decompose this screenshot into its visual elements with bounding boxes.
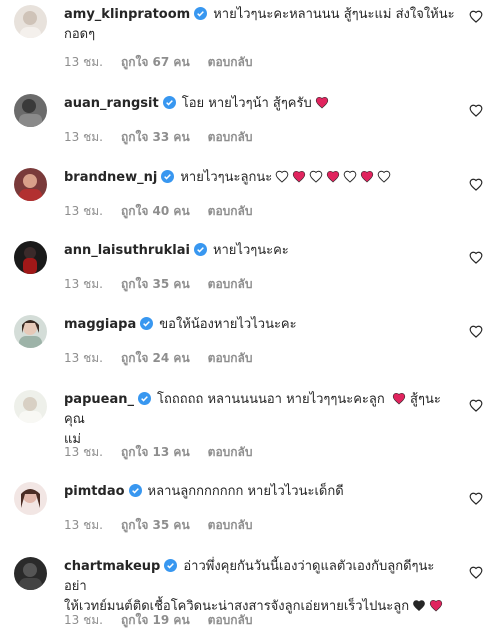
red-heart-icon [392,392,406,405]
comment-time[interactable]: 13 ชม. [64,613,103,627]
reply-button[interactable]: ตอบกลับ [208,518,253,532]
heart-outline-icon[interactable] [469,251,483,264]
white-heart-icon [343,170,357,183]
heart-outline-icon[interactable] [469,104,483,117]
comment-likes[interactable]: ถูกใจ 13 คน [121,445,190,459]
comment-username[interactable]: brandnew_nj [64,170,157,185]
verified-badge-icon [193,243,207,256]
reply-button[interactable]: ตอบกลับ [208,351,253,365]
heart-outline-icon[interactable] [469,325,483,338]
avatar[interactable] [14,5,47,38]
comment-body: maggiapa ขอให้น้องหายไวไวนะคะ [64,315,457,335]
comment-meta: 13 ชม. ถูกใจ 40 คน ตอบกลับ [64,202,271,221]
comment-text: หายไวๆนะลูกนะ [180,170,273,185]
avatar[interactable] [14,94,47,127]
comment-time[interactable]: 13 ชม. [64,445,103,459]
avatar[interactable] [14,315,47,348]
red-heart-icon [315,96,328,109]
comment-text: หายไวๆนะคะหลานนน สู้ๆนะแม่ ส่งใจให้นะ [213,7,455,22]
comment-body: chartmakeup อ่าวพึ่งคุยกันวันนี้เองว่าดูแ… [64,557,457,617]
comment-meta: 13 ชม. ถูกใจ 19 คน ตอบกลับ [64,611,271,630]
avatar[interactable] [14,241,47,274]
comment-likes[interactable]: ถูกใจ 67 คน [121,55,190,69]
verified-badge-icon [137,392,151,405]
white-heart-icon [377,170,391,183]
comment-username[interactable]: ann_laisuthruklai [64,243,190,258]
comment-username[interactable]: maggiapa [64,317,136,332]
verified-badge-icon [162,96,176,109]
comment-body: amy_klinpratoom หายไวๆนะคะหลานนน สู้ๆนะแม… [64,5,457,45]
white-heart-icon [309,170,323,183]
comment-likes[interactable]: ถูกใจ 35 คน [121,277,190,291]
reply-button[interactable]: ตอบกลับ [208,277,253,291]
comment-text: ขอให้น้องหายไวไวนะคะ [159,317,297,332]
comment-username[interactable]: amy_klinpratoom [64,7,190,22]
comment-body: pimtdao หลานลูกกกกกกก หายไวไวนะเด็กดี [64,482,457,502]
comment-likes[interactable]: ถูกใจ 24 คน [121,351,190,365]
reply-button[interactable]: ตอบกลับ [208,445,253,459]
comment-time[interactable]: 13 ชม. [64,518,103,532]
red-heart-icon [327,170,340,183]
comment-time[interactable]: 13 ชม. [64,55,103,69]
verified-badge-icon [194,7,208,20]
heart-outline-icon[interactable] [469,178,483,191]
comment-username[interactable]: pimtdao [64,484,125,499]
reply-button[interactable]: ตอบกลับ [208,130,253,144]
comment-meta: 13 ชม. ถูกใจ 67 คน ตอบกลับ [64,53,271,72]
comment-meta: 13 ชม. ถูกใจ 33 คน ตอบกลับ [64,128,271,147]
comment-text: หายไวๆนะคะ [212,243,289,258]
comment-meta: 13 ชม. ถูกใจ 13 คน ตอบกลับ [64,443,271,462]
heart-outline-icon[interactable] [469,566,483,579]
comment-time[interactable]: 13 ชม. [64,351,103,365]
heart-outline-icon[interactable] [469,10,483,23]
comment-likes[interactable]: ถูกใจ 33 คน [121,130,190,144]
comment-meta: 13 ชม. ถูกใจ 35 คน ตอบกลับ [64,275,271,294]
comment-time[interactable]: 13 ชม. [64,277,103,291]
heart-outline-icon[interactable] [469,399,483,412]
white-heart-icon [275,170,289,183]
verified-badge-icon [140,317,154,330]
comment-body: papuean_ โถถถถถ หลานนนนอา หายไวๆๆนะคะลูก … [64,390,457,450]
comment-username[interactable]: auan_rangsit [64,96,159,111]
black-heart-icon [413,600,425,612]
comment-text: หลานลูกกกกกกก หายไวไวนะเด็กดี [147,484,344,499]
avatar[interactable] [14,482,47,515]
verified-badge-icon [161,170,175,183]
reply-button[interactable]: ตอบกลับ [208,613,253,627]
red-heart-icon [429,599,443,612]
comment-meta: 13 ชม. ถูกใจ 35 คน ตอบกลับ [64,516,271,535]
comment-body: auan_rangsit โอย หายไวๆน้า สู้ๆครับ [64,94,457,114]
comment-likes[interactable]: ถูกใจ 35 คน [121,518,190,532]
comment-likes[interactable]: ถูกใจ 40 คน [121,204,190,218]
verified-badge-icon [164,559,178,572]
comment-text: โอย หายไวๆน้า สู้ๆครับ [181,96,312,111]
comment-text-line2: กอดๆ [64,27,96,42]
comment-time[interactable]: 13 ชม. [64,130,103,144]
reply-button[interactable]: ตอบกลับ [208,204,253,218]
avatar[interactable] [14,168,47,201]
comment-username[interactable]: papuean_ [64,392,134,407]
avatar[interactable] [14,390,47,423]
verified-badge-icon [128,484,142,497]
comment-username[interactable]: chartmakeup [64,559,160,574]
comment-meta: 13 ชม. ถูกใจ 24 คน ตอบกลับ [64,349,271,368]
reply-button[interactable]: ตอบกลับ [208,55,253,69]
comment-time[interactable]: 13 ชม. [64,204,103,218]
red-heart-icon [293,170,306,183]
comment-body: ann_laisuthruklai หายไวๆนะคะ [64,241,457,261]
comment-body: brandnew_nj หายไวๆนะลูกนะ [64,168,457,188]
avatar[interactable] [14,557,47,590]
comment-likes[interactable]: ถูกใจ 19 คน [121,613,190,627]
comment-text: โถถถถถ หลานนนนอา หายไวๆๆนะคะลูก [156,392,385,407]
red-heart-icon [361,170,374,183]
heart-outline-icon[interactable] [469,492,483,505]
